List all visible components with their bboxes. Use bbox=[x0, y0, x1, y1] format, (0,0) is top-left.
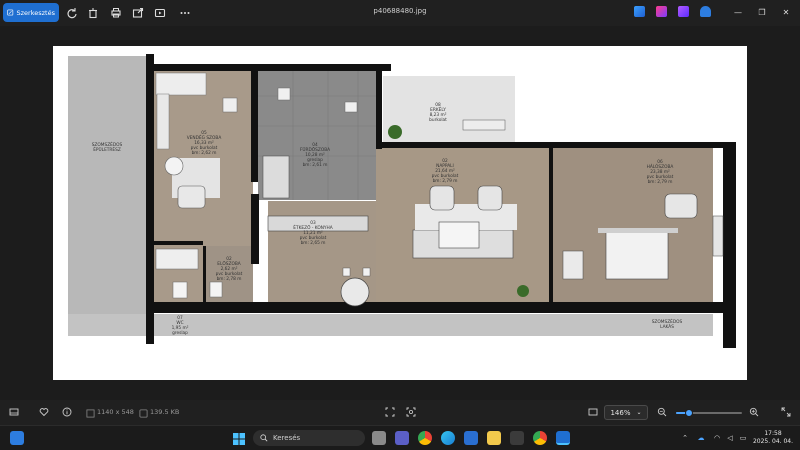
print-icon[interactable] bbox=[108, 5, 124, 21]
wifi-icon[interactable]: ◠ bbox=[712, 433, 722, 443]
filmstrip-icon[interactable] bbox=[8, 406, 20, 418]
fullscreen-icon[interactable] bbox=[780, 406, 792, 418]
favorite-icon[interactable] bbox=[38, 406, 50, 418]
zoom-level-value: 146% bbox=[610, 408, 631, 417]
dimensions-icon bbox=[84, 407, 96, 419]
taskbar-search[interactable]: Keresés bbox=[253, 430, 365, 446]
app-icon-1[interactable] bbox=[634, 6, 645, 17]
minimize-icon[interactable]: — bbox=[731, 5, 745, 19]
double-bed bbox=[605, 230, 669, 280]
image-filesize: 139.5 KB bbox=[150, 408, 180, 416]
onedrive-icon[interactable]: ☁ bbox=[696, 433, 706, 443]
task-view-icon[interactable] bbox=[372, 431, 386, 445]
search-icon bbox=[260, 434, 268, 442]
chevron-down-icon: ⌄ bbox=[636, 409, 642, 416]
chrome-profile-icon[interactable] bbox=[533, 431, 547, 445]
crop-icon[interactable] bbox=[384, 406, 396, 418]
clock-time: 17:58 bbox=[764, 430, 782, 437]
edit-button[interactable]: Szerkesztés bbox=[3, 3, 59, 22]
info-icon[interactable] bbox=[61, 406, 73, 418]
maximize-icon[interactable]: ❐ bbox=[755, 5, 769, 19]
battery-icon[interactable]: ▭ bbox=[738, 433, 748, 443]
visual-search-icon[interactable] bbox=[405, 406, 417, 418]
teams-icon[interactable] bbox=[395, 431, 409, 445]
filesize-icon bbox=[137, 407, 149, 419]
delete-icon[interactable] bbox=[85, 5, 101, 21]
slideshow-icon[interactable] bbox=[152, 5, 168, 21]
zoom-in-icon[interactable] bbox=[748, 406, 760, 418]
image-viewer[interactable]: 05 VENDÉG SZOBA 16,33 m² pvc burkolat bm: 2,… bbox=[0, 26, 800, 400]
pinned-app-left-icon[interactable] bbox=[10, 431, 24, 445]
store-icon[interactable] bbox=[464, 431, 478, 445]
app-icon-3[interactable] bbox=[678, 6, 689, 17]
chevron-up-icon[interactable]: ⌃ bbox=[680, 433, 690, 443]
calculator-icon[interactable] bbox=[510, 431, 524, 445]
windows-start-icon[interactable] bbox=[232, 431, 246, 445]
zoom-slider-thumb[interactable] bbox=[685, 409, 694, 417]
edit-button-label: Szerkesztés bbox=[16, 8, 55, 17]
zoom-slider[interactable] bbox=[676, 409, 742, 417]
share-icon[interactable] bbox=[130, 5, 146, 21]
edit-icon bbox=[7, 9, 14, 16]
zoom-out-icon[interactable] bbox=[656, 406, 668, 418]
more-icon[interactable] bbox=[177, 5, 193, 21]
file-name: p40688480.jpg bbox=[373, 7, 427, 15]
floorplan-image: 05 VENDÉG SZOBA 16,33 m² pvc burkolat bm: 2,… bbox=[53, 46, 747, 380]
photos-app-icon[interactable] bbox=[556, 431, 570, 445]
neighbor-building-area bbox=[68, 56, 146, 336]
fit-to-window-icon[interactable] bbox=[587, 406, 599, 418]
sofa-bed bbox=[155, 72, 207, 96]
clock-date: 2025. 04. 04. bbox=[752, 438, 794, 445]
file-explorer-icon[interactable] bbox=[487, 431, 501, 445]
status-bar: 1140 x 548 139.5 KB 146% ⌄ bbox=[0, 400, 800, 425]
photos-app-window: Szerkesztés p40688480.jpg — ❐ ✕ 05 VENDÉ… bbox=[0, 0, 800, 450]
rotate-icon[interactable] bbox=[64, 5, 80, 21]
edge-icon[interactable] bbox=[441, 431, 455, 445]
app-icon-2[interactable] bbox=[656, 6, 667, 17]
app-icon-4[interactable] bbox=[700, 6, 711, 17]
zoom-level-dropdown[interactable]: 146% ⌄ bbox=[604, 405, 648, 420]
close-icon[interactable]: ✕ bbox=[779, 5, 793, 19]
system-clock[interactable]: 17:58 2025. 04. 04. bbox=[752, 430, 794, 446]
taskbar: Keresés ⌃ ☁ ◠ ◁ ▭ 17:58 2025. 04. 04. bbox=[0, 425, 800, 450]
image-dimensions: 1140 x 548 bbox=[97, 408, 134, 416]
search-placeholder: Keresés bbox=[273, 434, 301, 442]
top-toolbar: Szerkesztés p40688480.jpg — ❐ ✕ bbox=[0, 0, 800, 26]
chrome-icon[interactable] bbox=[418, 431, 432, 445]
volume-icon[interactable]: ◁ bbox=[725, 433, 735, 443]
